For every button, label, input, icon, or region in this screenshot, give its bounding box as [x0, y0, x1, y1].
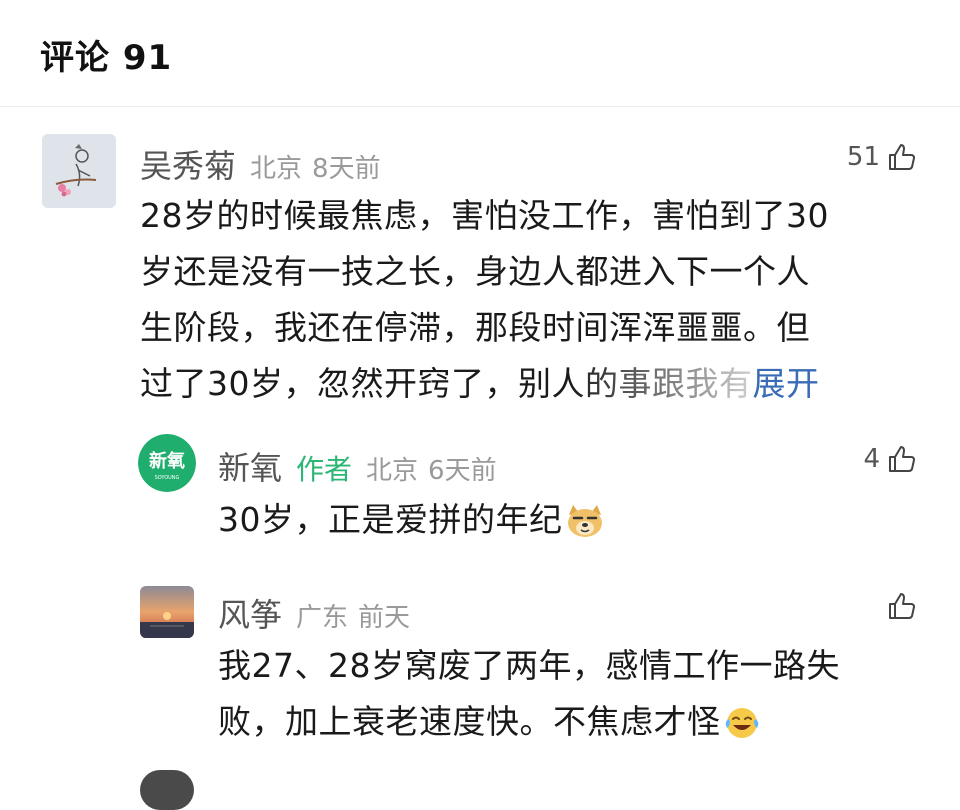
doge-emoji — [565, 500, 605, 548]
commenter-location: 北京 — [250, 154, 303, 184]
comment-meta: 吴秀菊 北京 8天前 — [140, 141, 381, 187]
comment-line: 生阶段，我还在停滞，那段时间浑浑噩噩。但 — [140, 308, 810, 347]
comment-body: 28岁的时候最焦虑，害怕没工作，害怕到了30 岁还是没有一技之长，身边人都进入下… — [140, 188, 930, 412]
avatar[interactable] — [42, 134, 116, 208]
reply-text: 30岁，正是爱拼的年纪 — [218, 500, 563, 539]
comment-line-last: 过了30岁，忽然开窍了，别人的事跟我有展开 — [140, 356, 930, 412]
comment-line-truncated: 过了30岁，忽然开窍了，别人的事跟我有 — [140, 364, 753, 403]
comment-line: 岁还是没有一技之长，身边人都进入下一个人 — [140, 252, 810, 291]
replier-name[interactable]: 风筝 — [218, 590, 282, 636]
brand-logo-subtext: SOYOUNG — [155, 475, 180, 481]
thumbs-up-icon — [889, 593, 915, 619]
thumbs-up-icon — [889, 144, 915, 170]
author-badge: 作者 — [296, 453, 353, 486]
comments-count-title: 评论 91 — [40, 38, 173, 78]
brand-logo-avatar: 新氧 SOYOUNG — [138, 434, 196, 492]
avatar[interactable]: 新氧 SOYOUNG — [138, 434, 196, 492]
reply-time: 前天 — [358, 603, 411, 633]
replier-location: 广东 — [296, 603, 349, 633]
avatar-illustration — [42, 134, 116, 208]
thumbs-up-icon — [889, 446, 915, 472]
reply-line: 败，加上衰老速度快。不焦虑才怪 — [218, 702, 721, 741]
sunset-photo-avatar — [140, 586, 194, 638]
reply-meta: 风筝 广东 前天 — [218, 590, 410, 636]
like-button[interactable]: 51 — [847, 141, 918, 173]
reply-line: 我27、28岁窝废了两年，感情工作一路失 — [218, 646, 840, 685]
avatar[interactable] — [140, 586, 194, 638]
like-count: 51 — [846, 142, 880, 172]
comments-header: 评论 91 — [0, 0, 960, 107]
like-button[interactable] — [880, 590, 918, 622]
reply-body: 我27、28岁窝废了两年，感情工作一路失 败，加上衰老速度快。不焦虑才怪 — [218, 638, 928, 750]
reply-meta: 新氧 作者 北京 6天前 — [218, 443, 497, 489]
comment-line: 28岁的时候最焦虑，害怕没工作，害怕到了30 — [140, 196, 829, 235]
replier-name[interactable]: 新氧 — [218, 443, 282, 489]
like-button[interactable]: 4 — [863, 443, 918, 475]
brand-logo-text: 新氧 — [149, 450, 185, 472]
laugh-cry-emoji — [723, 702, 761, 750]
like-count: 4 — [863, 444, 880, 474]
commenter-name[interactable]: 吴秀菊 — [140, 141, 236, 187]
reply-time: 6天前 — [428, 456, 497, 486]
expand-link[interactable]: 展开 — [753, 364, 820, 403]
replier-location: 北京 — [366, 456, 419, 486]
next-comment-avatar-partial — [140, 770, 194, 810]
reply-body: 30岁，正是爱拼的年纪 — [218, 492, 928, 548]
comment-time: 8天前 — [312, 154, 381, 184]
